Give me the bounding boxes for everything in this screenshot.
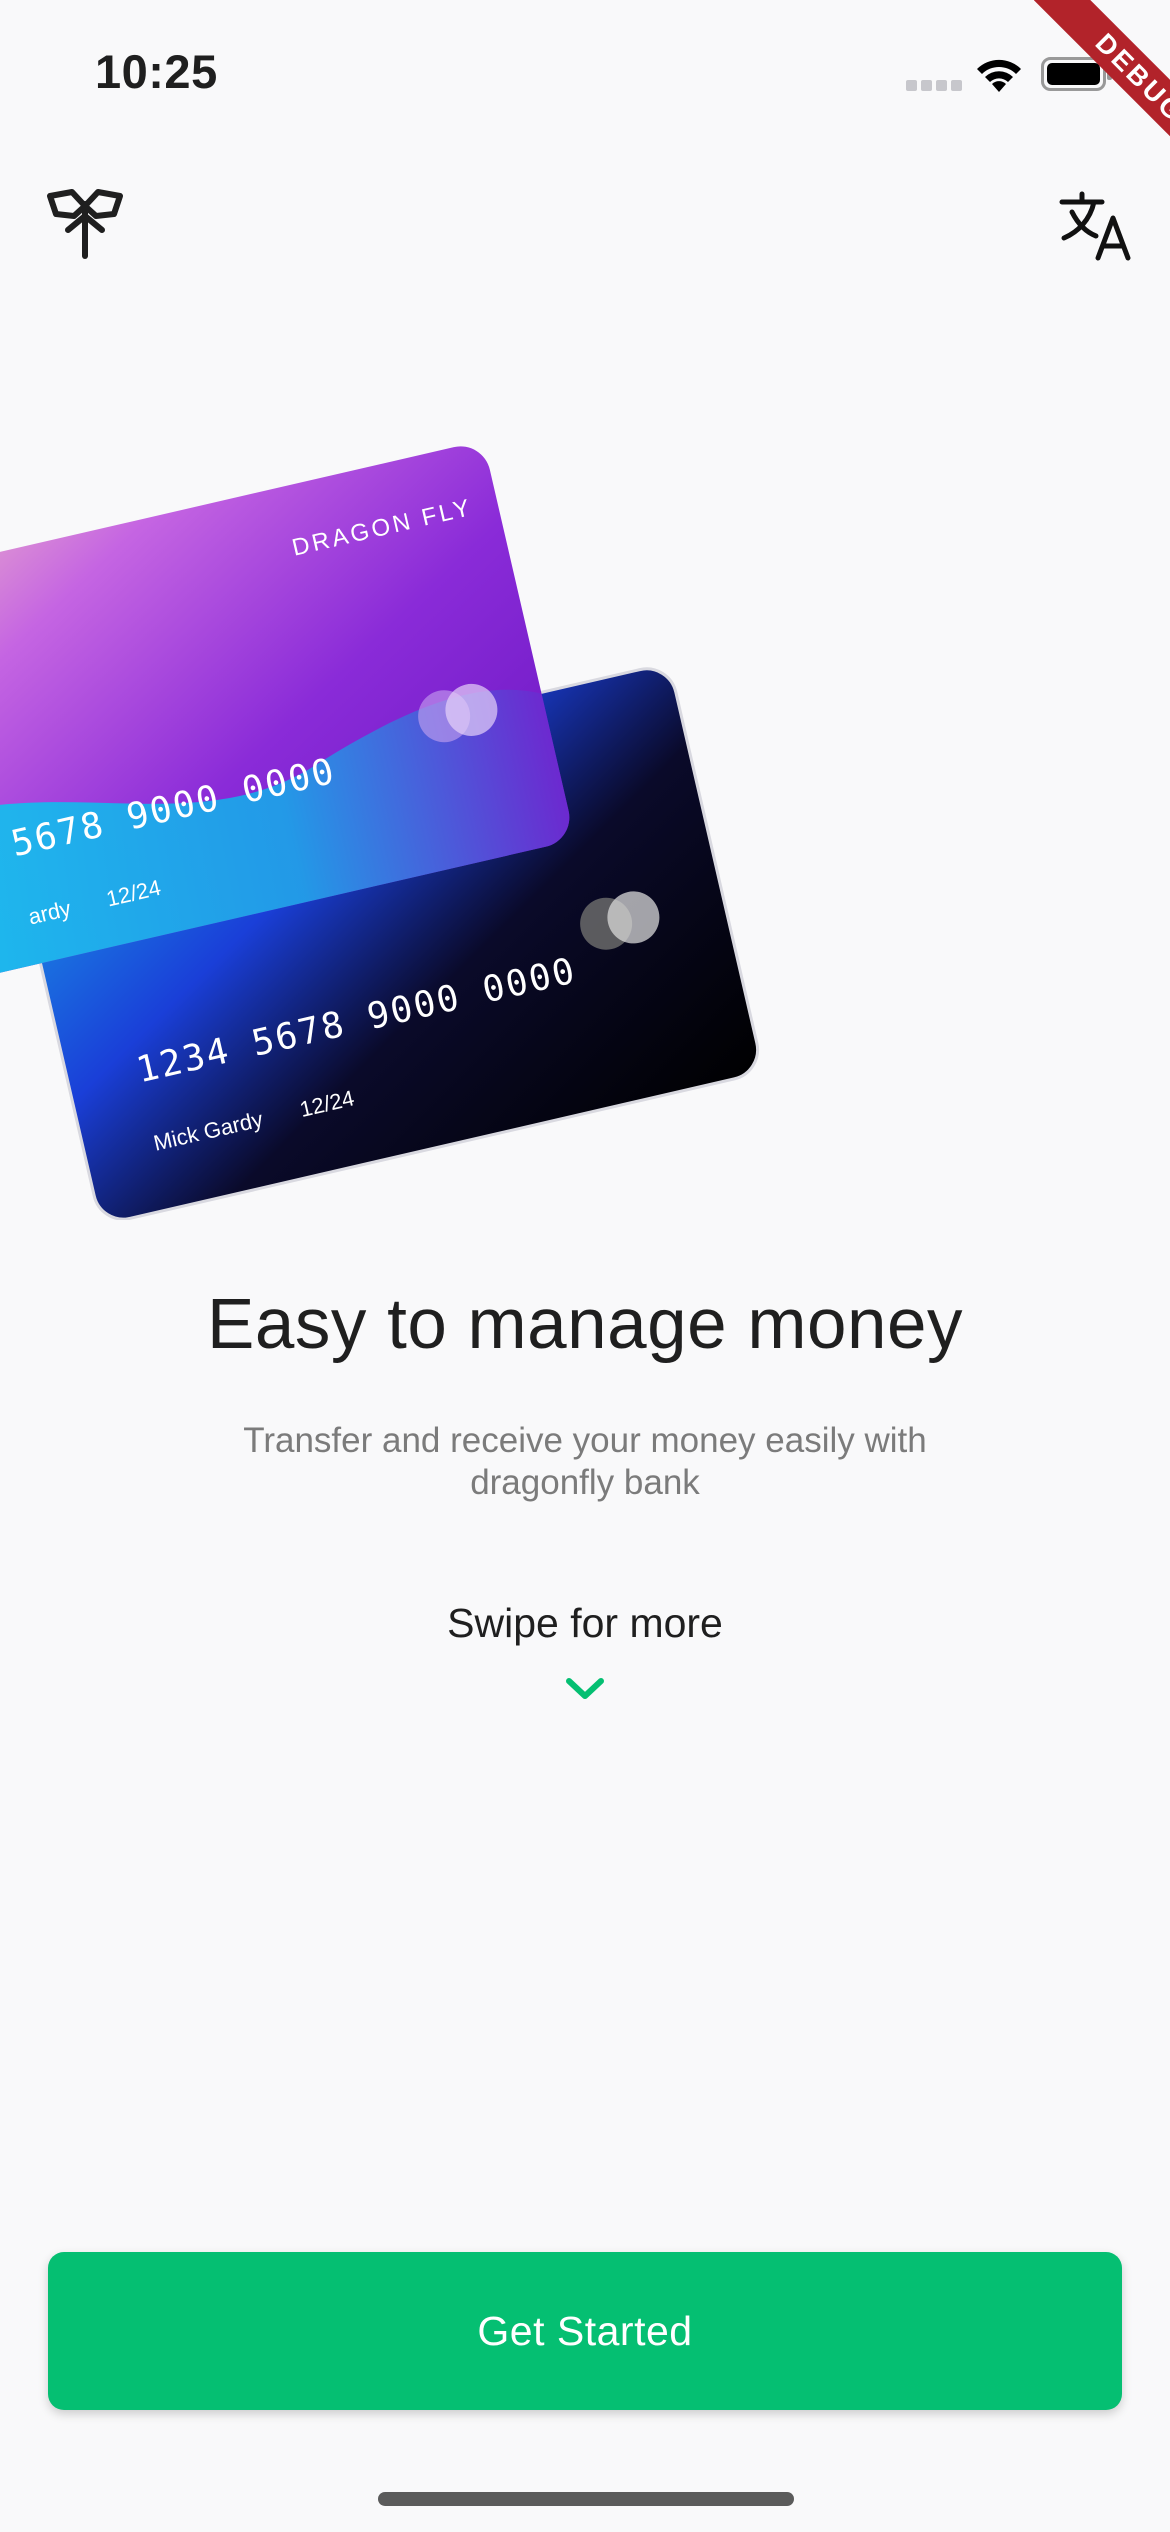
onboarding-title: Easy to manage money <box>207 1285 963 1364</box>
debug-banner: DEBUG <box>1000 0 1170 170</box>
credit-cards-illustration: 1234 5678 9000 0000 Mick Gardy 12/24 DRA… <box>0 446 760 1220</box>
cellular-signal-icon <box>906 80 962 92</box>
status-bar: 10:25 <box>0 0 1170 150</box>
debug-banner-label: DEBUG <box>1033 0 1170 170</box>
status-time: 10:25 <box>95 45 218 98</box>
home-indicator[interactable] <box>378 2492 794 2506</box>
dragonfly-logo-icon[interactable] <box>44 186 126 262</box>
chevron-down-icon <box>566 1678 604 1699</box>
swipe-hint: Swipe for more <box>447 1600 723 1646</box>
translate-icon[interactable] <box>1058 190 1134 262</box>
get-started-button[interactable]: Get Started <box>48 2252 1122 2410</box>
onboarding-subtitle: Transfer and receive your money easily w… <box>243 1421 927 1502</box>
